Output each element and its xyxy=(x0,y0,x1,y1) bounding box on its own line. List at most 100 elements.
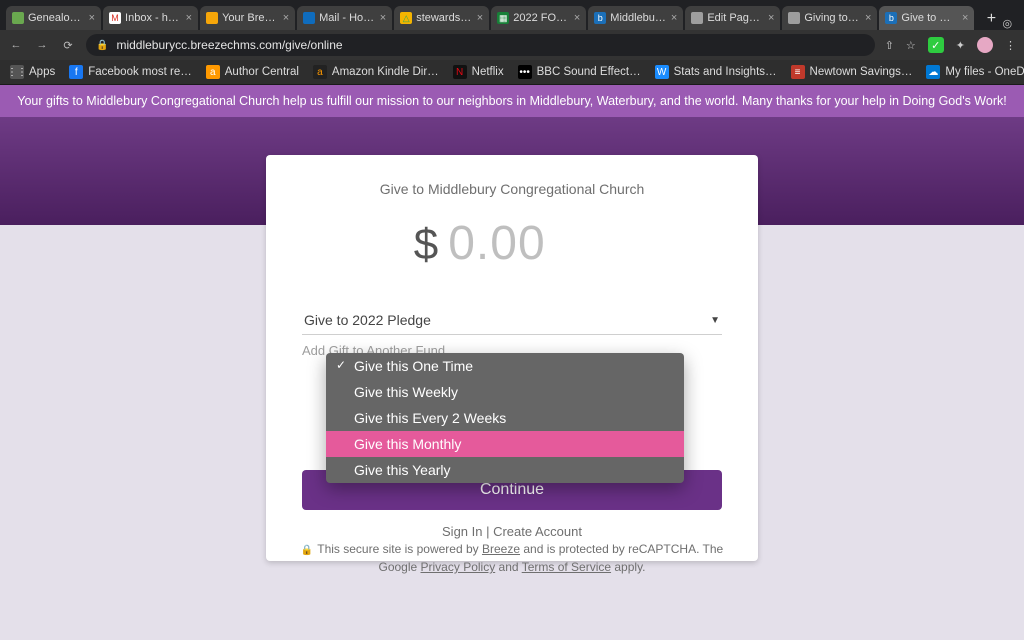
tab-close-icon[interactable]: × xyxy=(186,12,192,24)
bookmark-label: My files - OneDrive xyxy=(945,66,1024,78)
back-button[interactable]: ← xyxy=(8,39,24,51)
tab-title: Give to Mid… xyxy=(901,12,958,24)
browser-tab[interactable]: Edit Page ‹… × xyxy=(685,6,780,30)
browser-tab[interactable]: b Middlebury… × xyxy=(588,6,683,30)
fund-select[interactable]: Give to 2022 Pledge ▼ xyxy=(302,306,722,335)
frequency-option[interactable]: Give this Monthly xyxy=(326,431,684,457)
frequency-option[interactable]: Give this Weekly xyxy=(326,379,684,405)
reload-button[interactable]: ⟳ xyxy=(60,39,76,52)
tab-favicon xyxy=(788,12,800,24)
frequency-option[interactable]: Give this Yearly xyxy=(326,457,684,483)
signin-link[interactable]: Sign In | Create Account xyxy=(302,524,722,539)
bookmark-favicon: ••• xyxy=(518,65,532,79)
privacy-policy-link[interactable]: Privacy Policy xyxy=(421,560,496,574)
toolbar-right: ⇧ ☆ ✓ ✦ ⋮ xyxy=(885,37,1016,53)
bookmark-item[interactable]: aAmazon Kindle Dir… xyxy=(313,65,439,79)
tab-favicon xyxy=(12,12,24,24)
bookmark-label: BBC Sound Effect… xyxy=(537,66,641,78)
extensions-icon[interactable]: ✦ xyxy=(956,39,965,52)
new-tab-button[interactable]: + xyxy=(980,8,1002,30)
lock-icon: 🔒 xyxy=(96,40,108,51)
tab-favicon xyxy=(206,12,218,24)
bookmark-label: Facebook most re… xyxy=(88,66,192,78)
fund-selected-label: Give to 2022 Pledge xyxy=(304,312,431,328)
bookmark-label: Apps xyxy=(29,66,55,78)
bookmark-item[interactable]: WStats and Insights… xyxy=(655,65,777,79)
browser-tab[interactable]: ▦2022 FOLL…× xyxy=(491,6,586,30)
share-icon[interactable]: ⇧ xyxy=(885,39,894,52)
browser-chrome: Genealogy…×MInbox - how…×Your Breez…×Mai… xyxy=(0,0,1024,85)
bookmark-favicon: N xyxy=(453,65,467,79)
footer-text: and xyxy=(495,560,521,574)
tab-favicon xyxy=(303,12,315,24)
bookmark-favicon: W xyxy=(655,65,669,79)
amount-input[interactable] xyxy=(446,215,610,272)
browser-tab[interactable]: Your Breez…× xyxy=(200,6,295,30)
browser-tab[interactable]: Giving to M… × xyxy=(782,6,877,30)
tab-favicon: b xyxy=(885,12,897,24)
bookmark-item[interactable]: ⋮⋮ Apps xyxy=(10,65,55,79)
bookmark-favicon: a xyxy=(206,65,220,79)
tab-title: Edit Page ‹… xyxy=(707,12,764,24)
footer-text: and is protected by reCAPTCHA. The xyxy=(520,542,723,556)
tab-close-icon[interactable]: × xyxy=(671,12,677,24)
window-icons: ◎ xyxy=(1002,17,1018,30)
bookmark-item[interactable]: aAuthor Central xyxy=(206,65,299,79)
browser-tab[interactable]: Mail - How… × xyxy=(297,6,392,30)
kebab-menu-icon[interactable]: ⋮ xyxy=(1005,39,1016,52)
tab-close-icon[interactable]: × xyxy=(477,12,483,24)
tos-link[interactable]: Terms of Service xyxy=(522,560,611,574)
browser-tab[interactable]: Genealogy… × xyxy=(6,6,101,30)
footer-text: apply. xyxy=(611,560,645,574)
frequency-option[interactable]: Give this Every 2 Weeks xyxy=(326,405,684,431)
tab-title: stewardshi… xyxy=(416,12,473,24)
tab-title: Middlebury… xyxy=(610,12,667,24)
tab-title: Mail - How… xyxy=(319,12,376,24)
forward-button[interactable]: → xyxy=(34,39,50,51)
bookmark-item[interactable]: N Netflix xyxy=(453,65,504,79)
bookmarks-bar: ⋮⋮AppsfFacebook most re…aAuthor Centrala… xyxy=(0,60,1024,85)
tab-favicon xyxy=(691,12,703,24)
extension-check-icon[interactable]: ✓ xyxy=(928,37,944,53)
bookmark-label: Newtown Savings… xyxy=(810,66,913,78)
amount-row: $ xyxy=(302,215,722,272)
bookmark-item[interactable]: f Facebook most re… xyxy=(69,65,192,79)
bookmark-item[interactable]: ☁ My files - OneDrive xyxy=(926,65,1024,79)
tab-close-icon[interactable]: × xyxy=(380,12,386,24)
frequency-dropdown[interactable]: Give this One TimeGive this WeeklyGive t… xyxy=(326,353,684,483)
url-field[interactable]: 🔒 middleburycc.breezechms.com/give/onlin… xyxy=(86,34,875,56)
browser-tab[interactable]: b Give to Mid… × xyxy=(879,6,974,30)
frequency-option[interactable]: Give this One Time xyxy=(326,353,684,379)
browser-tab[interactable]: MInbox - how…× xyxy=(103,6,198,30)
footer-text: This secure site is powered by xyxy=(317,542,482,556)
tab-close-icon[interactable]: × xyxy=(89,12,95,24)
browser-tab[interactable]: △stewardshi…× xyxy=(394,6,489,30)
lock-icon: 🔒 xyxy=(301,545,313,556)
tab-close-icon[interactable]: × xyxy=(283,12,289,24)
bookmark-star-icon[interactable]: ☆ xyxy=(906,39,916,52)
bookmark-item[interactable]: ≡Newtown Savings… xyxy=(791,65,913,79)
mission-banner: Your gifts to Middlebury Congregational … xyxy=(0,85,1024,117)
tab-favicon: ▦ xyxy=(497,12,509,24)
breeze-link[interactable]: Breeze xyxy=(482,542,520,556)
card-title: Give to Middlebury Congregational Church xyxy=(302,181,722,197)
tab-close-icon[interactable]: × xyxy=(865,12,871,24)
bookmark-favicon: f xyxy=(69,65,83,79)
tab-favicon: M xyxy=(109,12,121,24)
tab-title: Giving to M… xyxy=(804,12,861,24)
tab-close-icon[interactable]: × xyxy=(768,12,774,24)
currency-symbol: $ xyxy=(414,220,438,270)
page-footer: 🔒 This secure site is powered by Breeze a… xyxy=(0,540,1024,576)
tab-close-icon[interactable]: × xyxy=(574,12,580,24)
bookmark-favicon: a xyxy=(313,65,327,79)
tab-favicon: b xyxy=(594,12,606,24)
url-text: middleburycc.breezechms.com/give/online xyxy=(116,38,342,52)
bookmark-favicon: ⋮⋮ xyxy=(10,65,24,79)
bullseye-icon[interactable]: ◎ xyxy=(1002,17,1012,30)
bookmark-favicon: ☁ xyxy=(926,65,940,79)
bookmark-label: Netflix xyxy=(472,66,504,78)
bookmark-item[interactable]: ••• BBC Sound Effect… xyxy=(518,65,641,79)
tab-close-icon[interactable]: × xyxy=(962,12,968,24)
avatar[interactable] xyxy=(977,37,993,53)
tab-title: Genealogy… xyxy=(28,12,85,24)
